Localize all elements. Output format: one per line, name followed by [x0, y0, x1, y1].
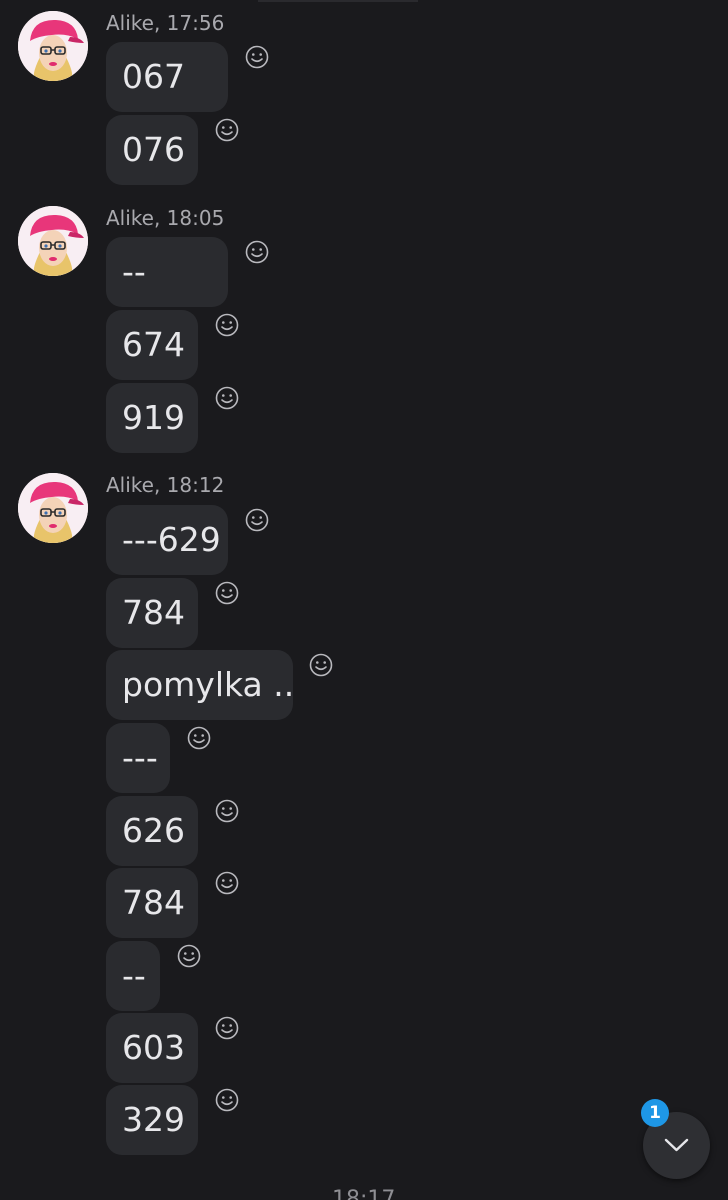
message-bubble[interactable]: --- — [106, 723, 170, 793]
add-reaction-icon[interactable] — [215, 118, 239, 142]
message-row: pomylka .. — [106, 650, 336, 720]
message-bubble[interactable]: 076 — [106, 115, 198, 185]
message-row: 076 — [106, 115, 241, 185]
message-row: 329 — [106, 1085, 241, 1155]
add-reaction-icon[interactable] — [245, 240, 269, 264]
sender-label: Alike, 18:05 — [106, 206, 225, 230]
message-bubble[interactable]: -- — [106, 237, 228, 307]
message-row: ---629 — [106, 505, 271, 575]
message-bubble[interactable]: -- — [106, 941, 160, 1011]
message-row: 674 — [106, 310, 241, 380]
add-reaction-icon[interactable] — [215, 871, 239, 895]
message-row: 067 — [106, 42, 271, 112]
message-bubble[interactable]: pomylka .. — [106, 650, 294, 720]
message-row: 919 — [106, 383, 241, 453]
message-bubble[interactable]: 626 — [106, 796, 198, 866]
add-reaction-icon[interactable] — [187, 726, 211, 750]
add-reaction-icon[interactable] — [177, 944, 201, 968]
avatar[interactable] — [18, 11, 88, 81]
add-reaction-icon[interactable] — [215, 1088, 239, 1112]
message-row: 784 — [106, 578, 241, 648]
add-reaction-icon[interactable] — [245, 45, 269, 69]
message-row: 626 — [106, 796, 241, 866]
chevron-down-icon — [664, 1138, 689, 1152]
message-bubble[interactable]: 919 — [106, 383, 198, 453]
sender-label: Alike, 18:12 — [106, 473, 225, 497]
add-reaction-icon[interactable] — [215, 799, 239, 823]
avatar[interactable] — [18, 206, 88, 276]
message-bubble[interactable]: 067 — [106, 42, 228, 112]
message-row: 784 — [106, 868, 241, 938]
message-bubble[interactable]: 784 — [106, 578, 198, 648]
message-bubble[interactable]: 784 — [106, 868, 198, 938]
message-row: -- — [106, 941, 204, 1011]
add-reaction-icon[interactable] — [215, 386, 239, 410]
avatar[interactable] — [18, 473, 88, 543]
message-bubble[interactable]: ---629 — [106, 505, 228, 575]
add-reaction-icon[interactable] — [215, 581, 239, 605]
message-bubble[interactable]: 329 — [106, 1085, 198, 1155]
timestamp-divider: 18:17 — [332, 1187, 396, 1200]
message-row: -- — [106, 237, 271, 307]
add-reaction-icon[interactable] — [215, 1016, 239, 1040]
top-divider — [258, 0, 418, 2]
message-row: --- — [106, 723, 212, 793]
add-reaction-icon[interactable] — [245, 508, 269, 532]
unread-count-badge: 1 — [641, 1099, 669, 1127]
add-reaction-icon[interactable] — [215, 313, 239, 337]
chat-screen: Alike, 17:56 067 076 Alike, 18:05 -- 674… — [0, 0, 728, 1200]
add-reaction-icon[interactable] — [309, 653, 333, 677]
message-bubble[interactable]: 603 — [106, 1013, 198, 1083]
message-row: 603 — [106, 1013, 241, 1083]
message-bubble[interactable]: 674 — [106, 310, 198, 380]
sender-label: Alike, 17:56 — [106, 11, 225, 35]
